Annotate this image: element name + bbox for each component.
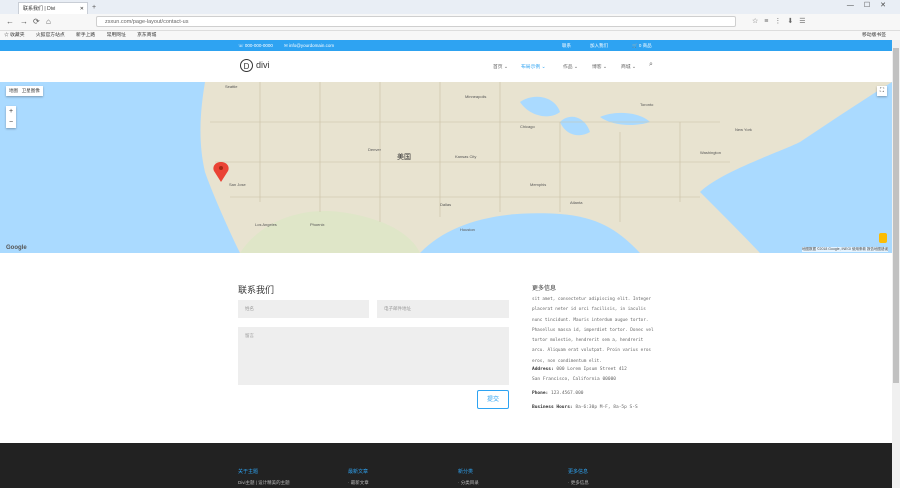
footer-col-item[interactable]: · 分类目录 — [458, 480, 479, 486]
message-field[interactable]: 留言 — [238, 327, 509, 385]
mobile-bookmarks[interactable]: 移动版书签 — [862, 31, 886, 40]
map-label: Atlanta — [570, 200, 583, 205]
map-type-control: 地图 卫星图像 — [6, 86, 43, 96]
tab-title: 联系我们 | Divi — [23, 6, 56, 12]
zoom-in-button[interactable]: + — [6, 106, 16, 117]
zoom-out-button[interactable]: − — [6, 117, 16, 128]
nav-item-home[interactable]: 首页 ⌄ — [493, 63, 508, 70]
site-header: D divi 首页 ⌄ 布局示例 ⌄ 作品 ⌄ 博客 ⌄ 商城 ⌄ ⌕ — [0, 51, 892, 82]
search-icon[interactable]: ⌕ — [649, 61, 653, 69]
topbar-link-join[interactable]: 加入我们 — [590, 40, 608, 51]
topbar-link-contact[interactable]: 联系 — [562, 40, 571, 51]
phone-line: Phone: 123.4567.000 — [532, 391, 584, 396]
address-bar[interactable]: zsxun.com/page-layout/contact-us — [96, 16, 736, 27]
zoom-control: + − — [6, 106, 16, 128]
email-field[interactable]: 电子邮件地址 — [377, 300, 509, 318]
cart-link[interactable]: 🛒 0 商品 — [632, 40, 652, 51]
map-embed[interactable]: 美国 Chicago Denver Dallas Houston Atlanta… — [0, 82, 892, 253]
map-label: Kansas City — [455, 154, 477, 159]
footer-col-item[interactable]: · 更多信息 — [568, 480, 589, 486]
back-icon[interactable]: ← — [6, 17, 14, 26]
address-value: 000 Lorem Ipsum Street 412 — [556, 367, 627, 372]
bookmark-item[interactable]: 新手上路 — [76, 33, 95, 38]
google-logo: Google — [6, 245, 27, 251]
nav-item-blog[interactable]: 博客 ⌄ — [592, 63, 607, 70]
map-label: New York — [735, 127, 752, 132]
download-icon[interactable]: ⬇ — [787, 18, 799, 25]
nav-item-layouts[interactable]: 布局示例 ⌄ — [521, 63, 546, 70]
map-label: Dallas — [440, 202, 452, 207]
info-body: sit amet, consectetur adipiscing elit. I… — [532, 297, 654, 364]
nav-item-shop[interactable]: 商城 ⌄ — [621, 63, 636, 70]
forward-icon[interactable]: → — [20, 17, 28, 26]
home-icon[interactable]: ⌂ — [46, 17, 51, 26]
fullscreen-icon[interactable]: ⛶ — [877, 86, 887, 96]
map-canvas — [0, 82, 892, 253]
menu-icon[interactable]: ☰ — [799, 18, 811, 25]
library-icon[interactable]: ≡ — [764, 18, 774, 25]
logo-text[interactable]: divi — [256, 60, 270, 70]
map-attribution[interactable]: 地图数据 ©2018 Google, INEGI 使用条款 报告地图错误 — [801, 247, 888, 252]
bookmark-item[interactable]: ☆ 收藏夹 — [4, 33, 25, 38]
site-footer — [0, 443, 892, 488]
map-label: Denver — [368, 147, 381, 152]
new-tab-button[interactable]: + — [92, 4, 96, 11]
address-label: Address: — [532, 367, 554, 372]
browser-titlebar: 联系我们 | Divi ✕ + —☐✕ — [0, 0, 900, 14]
sidebar-icon[interactable]: ⋮ — [774, 18, 787, 25]
footer-col-title: 关于主题 — [238, 469, 259, 475]
map-label: Seattle — [225, 84, 238, 89]
footer-col-title: 新分类 — [458, 469, 474, 475]
map-label-country: 美国 — [397, 154, 411, 161]
footer-col-item[interactable]: · 最新文章 — [348, 480, 369, 486]
bookmark-item[interactable]: 京东商城 — [137, 33, 156, 38]
browser-tab[interactable]: 联系我们 | Divi ✕ — [18, 2, 88, 14]
hours-label: Business Hours: — [532, 405, 573, 410]
map-label: San Jose — [229, 182, 246, 187]
bookmark-item[interactable]: 火狐官方站点 — [36, 33, 65, 38]
map-label: Chicago — [520, 124, 535, 129]
scrollbar-thumb[interactable] — [893, 48, 899, 383]
map-label: Washington — [700, 150, 721, 155]
nav-item-portfolio[interactable]: 作品 ⌄ — [563, 63, 578, 70]
bookmark-star-icon[interactable]: ☆ — [752, 18, 764, 25]
name-field[interactable]: 姓名 — [238, 300, 369, 318]
reload-icon[interactable]: ⟳ — [33, 17, 40, 26]
footer-col-title: 更多信息 — [568, 469, 589, 475]
bookmark-item[interactable]: 常用网址 — [107, 33, 126, 38]
contact-title: 联系我们 — [238, 286, 275, 296]
map-label: Toronto — [640, 102, 654, 107]
map-label: Memphis — [530, 182, 547, 187]
pegman-icon[interactable] — [879, 233, 887, 243]
map-label: Los Angeles — [255, 222, 277, 227]
map-label: Houston — [460, 227, 475, 232]
map-type-map-button[interactable]: 地图 — [9, 88, 18, 93]
address-line1: Address: 000 Lorem Ipsum Street 412 — [532, 367, 627, 372]
phone-label: Phone: — [532, 391, 549, 396]
minimize-icon[interactable]: — — [847, 2, 864, 9]
topbar-phone: ☏ 000-000-0000 — [238, 43, 273, 48]
footer-col-item[interactable]: Divi主题 | 设计精美的主题 — [238, 480, 290, 486]
browser-toolbar: ← → ⟳ ⌂ zsxun.com/page-layout/contact-us… — [0, 14, 900, 31]
topbar-email[interactable]: ✉ info@yourdomain.com — [284, 40, 334, 51]
logo-icon[interactable]: D — [240, 59, 253, 72]
hours-line: Business Hours: 8a-6:30p M-F, 8a-5p S-S — [532, 405, 638, 410]
phone-value: 123.4567.000 — [550, 391, 584, 396]
toolbar-icons[interactable]: ☆≡⋮⬇☰ — [752, 17, 812, 25]
info-title: 更多信息 — [532, 285, 557, 292]
site-topbar: ☏ 000-000-0000 ✉ info@yourdomain.com 联系 … — [0, 40, 892, 51]
window-controls[interactable]: —☐✕ — [847, 1, 896, 9]
close-window-icon[interactable]: ✕ — [880, 2, 896, 9]
map-type-satellite-button[interactable]: 卫星图像 — [22, 88, 40, 93]
hours-value: 8a-6:30p M-F, 8a-5p S-S — [575, 405, 638, 410]
map-label: Minneapolis — [465, 94, 487, 99]
submit-button[interactable]: 提交 — [477, 390, 509, 409]
maximize-icon[interactable]: ☐ — [864, 2, 880, 9]
footer-col-title: 最新文章 — [348, 469, 369, 475]
address-line2: San Francisco, California 00000 — [532, 377, 616, 382]
map-label: Phoenix — [310, 222, 325, 227]
